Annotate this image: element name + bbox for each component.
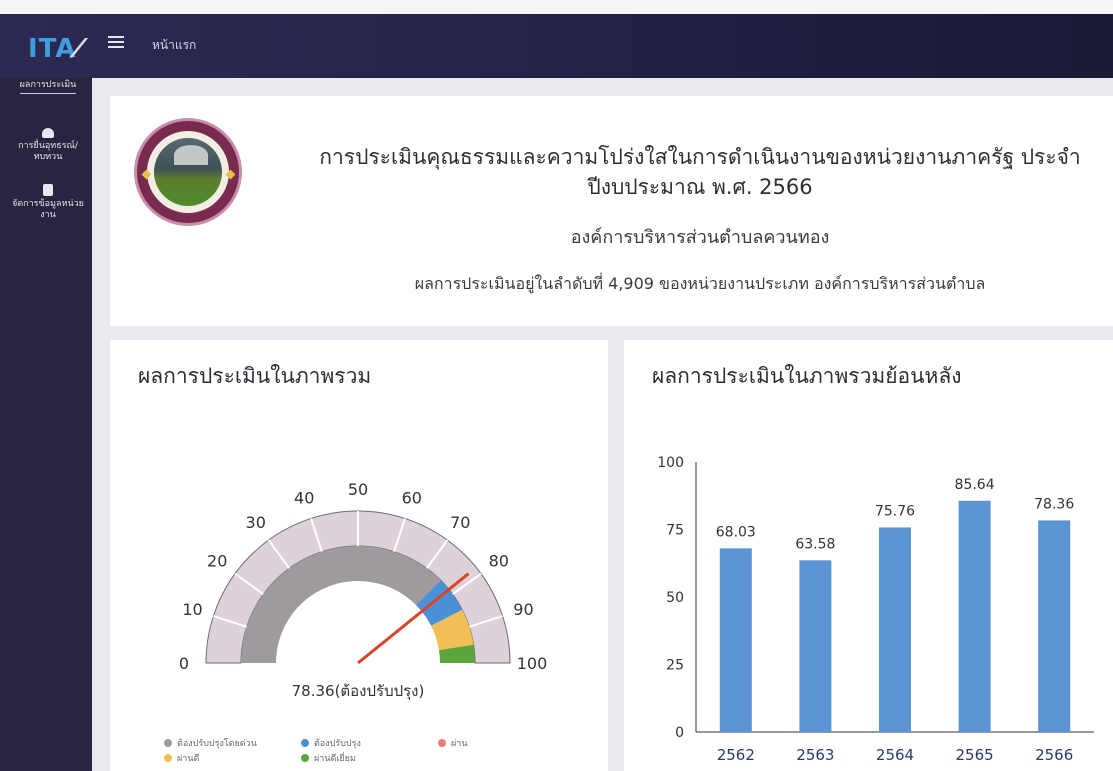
sidebar-item-label: การยื่นอุทธรณ์/ทบทวน bbox=[18, 141, 78, 162]
sidebar-item-agency-data[interactable]: จัดการข้อมูลหน่วยงาน bbox=[6, 184, 90, 221]
history-panel: ผลการประเมินในภาพรวมย้อนหลัง 0 25 50 75 100 6… bbox=[624, 340, 1113, 771]
legend-label: ผ่านดี bbox=[177, 754, 200, 764]
legend-item: ผ่านดี bbox=[164, 751, 199, 765]
legend-swatch bbox=[301, 754, 309, 762]
bar bbox=[879, 527, 911, 732]
bar bbox=[958, 500, 991, 732]
bar-value-label: 85.64 bbox=[955, 477, 995, 493]
gauge-tick-label: 30 bbox=[246, 513, 266, 532]
bar-value-label: 63.58 bbox=[795, 536, 835, 552]
history-bar-chart: 0 25 50 75 100 68.03 2562 63.58 2563 75.76 2564 85.… bbox=[657, 455, 1094, 764]
gauge-tick-label: 20 bbox=[207, 552, 227, 571]
sidebar-item-appeal[interactable]: การยื่นอุทธรณ์/ทบทวน bbox=[6, 128, 90, 163]
top-navbar: ITA⁄ หน้าแรก bbox=[0, 0, 1113, 78]
bar-value-label: 78.36 bbox=[1034, 496, 1074, 512]
gauge-tick-label: 40 bbox=[294, 489, 314, 508]
legend-swatch bbox=[438, 739, 446, 747]
document-icon bbox=[43, 184, 53, 196]
y-tick-label: 0 bbox=[675, 725, 684, 741]
bar bbox=[799, 560, 832, 732]
legend-item: ผ่านดีเยี่ยม bbox=[301, 751, 356, 765]
y-tick-label: 25 bbox=[666, 658, 684, 674]
score-gauge: 0 10 20 30 40 50 60 70 80 90 100 78.36(ต้องปรับปรุง… bbox=[179, 480, 548, 701]
bar bbox=[1038, 520, 1071, 732]
bar-value-label: 75.76 bbox=[875, 503, 915, 519]
y-tick-label: 100 bbox=[657, 455, 684, 471]
y-tick-label: 50 bbox=[666, 590, 684, 606]
x-tick-label: 2566 bbox=[1035, 746, 1073, 764]
sidebar: ผลการประเมิน การยื่นอุทธรณ์/ทบทวน จัดการ… bbox=[0, 78, 92, 771]
legend-swatch bbox=[164, 754, 172, 762]
gauge-tick-label: 100 bbox=[517, 654, 548, 673]
ranking-text: ผลการประเมินอยู่ในลำดับที่ 4,909 ของหน่ว… bbox=[414, 274, 986, 293]
legend-item: ต้องปรับปรุง bbox=[301, 736, 361, 750]
legend-swatch bbox=[301, 739, 309, 747]
x-tick-label: 2563 bbox=[796, 746, 834, 764]
overall-score-panel: ผลการประเมินในภาพรวม 0 10 20 30 40 50 60 70 80 90… bbox=[110, 340, 608, 771]
menu-toggle-icon[interactable] bbox=[108, 36, 124, 50]
sidebar-item-label: จัดการข้อมูลหน่วยงาน bbox=[12, 199, 84, 220]
gauge-tick-label: 60 bbox=[402, 489, 422, 508]
home-link[interactable]: หน้าแรก bbox=[152, 36, 196, 55]
legend-swatch bbox=[164, 739, 172, 747]
gauge-tick-label: 70 bbox=[450, 513, 470, 532]
header-panel: การประเมินคุณธรรมและความโปร่งใสในการดำเน… bbox=[110, 96, 1113, 326]
mail-icon bbox=[42, 128, 54, 138]
y-tick-label: 75 bbox=[666, 523, 684, 539]
legend-label: ผ่านดีเยี่ยม bbox=[314, 754, 356, 764]
logo-mark-icon: ⁄ bbox=[76, 34, 82, 64]
legend-label: ผ่าน bbox=[451, 739, 468, 749]
gauge-tick-label: 10 bbox=[182, 600, 202, 619]
page-title: การประเมินคุณธรรมและความโปร่งใสในการดำเน… bbox=[319, 145, 1081, 199]
gauge-tick-label: 0 bbox=[179, 654, 189, 673]
legend-item: ผ่าน bbox=[438, 736, 467, 750]
ita-logo[interactable]: ITA⁄ bbox=[28, 34, 82, 64]
gauge-score-label: 78.36(ต้องปรับปรุง) bbox=[292, 682, 425, 701]
organization-seal-icon bbox=[134, 118, 242, 226]
x-tick-label: 2562 bbox=[717, 746, 755, 764]
gauge-tick-label: 50 bbox=[348, 480, 368, 499]
sidebar-item-results[interactable]: ผลการประเมิน bbox=[6, 80, 90, 94]
logo-text: ITA bbox=[28, 34, 77, 64]
legend-label: ต้องปรับปรุงโดยด่วน bbox=[177, 739, 257, 749]
x-tick-label: 2565 bbox=[956, 746, 994, 764]
legend-item: ต้องปรับปรุงโดยด่วน bbox=[164, 736, 257, 750]
x-tick-label: 2564 bbox=[876, 746, 914, 764]
sidebar-item-label: ผลการประเมิน bbox=[19, 80, 77, 94]
gauge-tick-label: 90 bbox=[513, 600, 533, 619]
bar bbox=[719, 548, 752, 732]
legend-label: ต้องปรับปรุง bbox=[314, 739, 361, 749]
bar-value-label: 68.03 bbox=[716, 524, 756, 540]
gauge-tick-label: 80 bbox=[489, 552, 509, 571]
organization-name: องค์การบริหารส่วนตำบลควนทอง bbox=[570, 227, 830, 248]
